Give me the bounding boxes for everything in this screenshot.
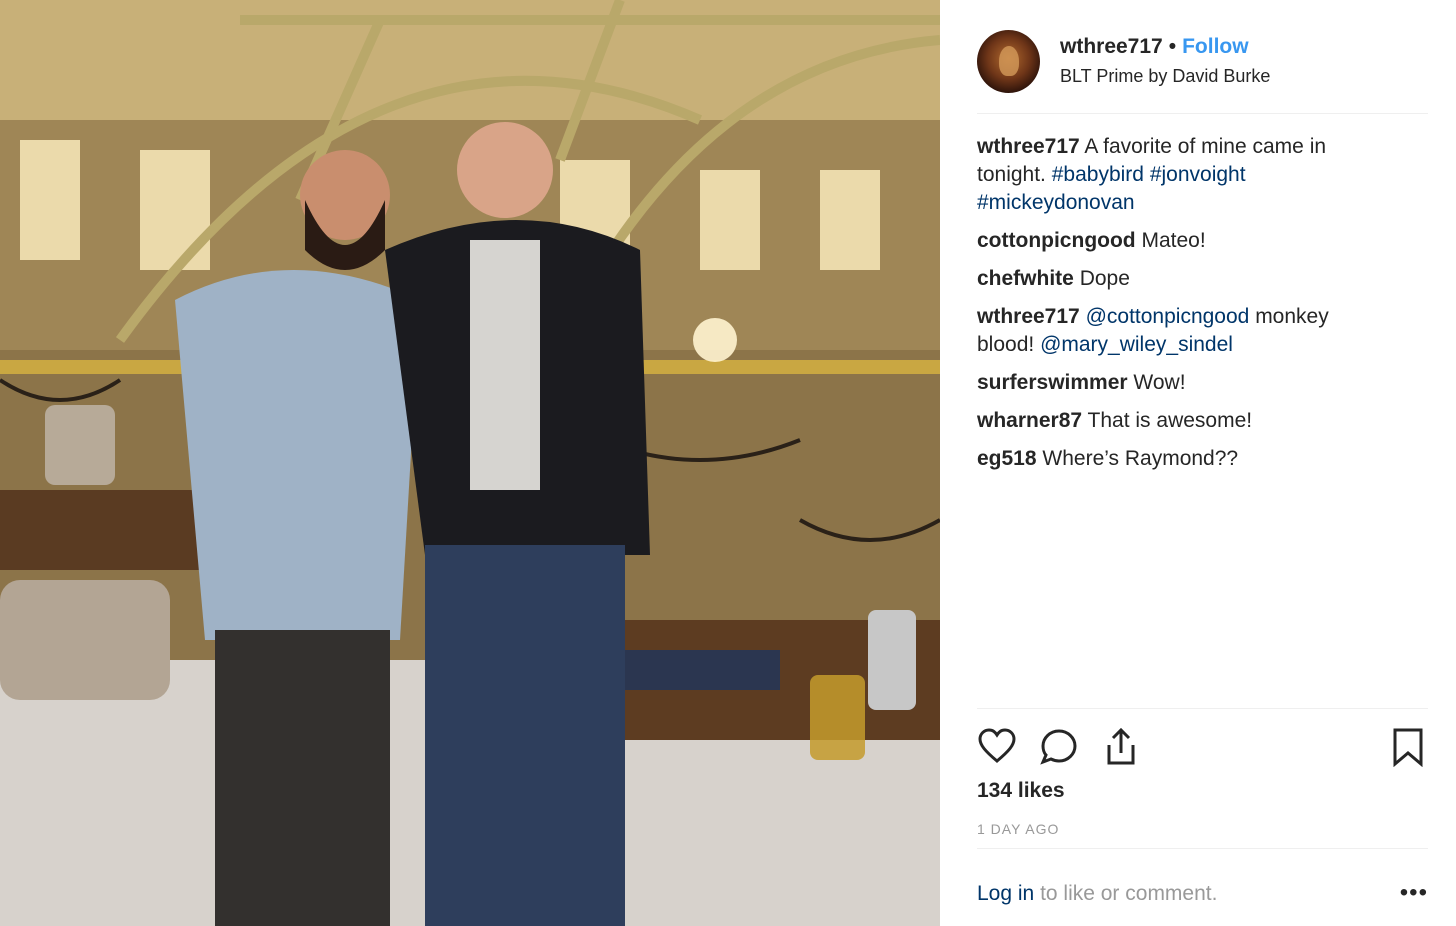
comment-icon[interactable]: [1039, 727, 1079, 767]
login-text-line: Log in to like or comment.: [977, 882, 1217, 906]
post-header: wthree717 • Follow BLT Prime by David Burk…: [977, 20, 1428, 114]
comment-username[interactable]: wthree717: [977, 305, 1080, 328]
instagram-post: wthree717 • Follow BLT Prime by David Burk…: [0, 0, 1456, 926]
login-text: to like or comment.: [1040, 882, 1218, 905]
comment-text: Dope: [1079, 267, 1130, 290]
hashtag-link[interactable]: #jonvoight: [1150, 163, 1246, 186]
share-icon[interactable]: [1101, 727, 1141, 767]
comment-text: Where’s Raymond??: [1042, 447, 1239, 470]
caption-username[interactable]: wthree717: [977, 135, 1080, 158]
comments-list: wthree717 A favorite of mine came in ton…: [977, 133, 1377, 483]
comment-username[interactable]: surferswimmer: [977, 371, 1128, 394]
restaurant-photo: [0, 0, 940, 926]
comment-item: wthree717 @cottonpicngood monkey blood! …: [977, 303, 1377, 359]
caption: wthree717 A favorite of mine came in ton…: [977, 133, 1377, 217]
comment-item: surferswimmer Wow!: [977, 369, 1377, 397]
follow-button[interactable]: Follow: [1182, 35, 1249, 58]
action-icons: [977, 727, 1428, 767]
comment-username[interactable]: cottonpicngood: [977, 229, 1136, 252]
comment-item: eg518 Where’s Raymond??: [977, 445, 1377, 473]
profile-avatar[interactable]: [977, 30, 1040, 93]
location-link[interactable]: BLT Prime by David Burke: [1060, 64, 1270, 88]
post-meta: wthree717 • Follow BLT Prime by David Burk…: [1060, 34, 1270, 88]
comment-username[interactable]: wharner87: [977, 409, 1082, 432]
mention-link[interactable]: @cottonpicngood: [1086, 305, 1250, 328]
comment-text: Wow!: [1133, 371, 1186, 394]
post-photo[interactable]: [0, 0, 940, 926]
post-sidebar: wthree717 • Follow BLT Prime by David Burk…: [940, 0, 1456, 926]
likes-count[interactable]: 134 likes: [977, 779, 1065, 803]
comment-username[interactable]: chefwhite: [977, 267, 1074, 290]
post-timestamp[interactable]: 1 DAY AGO: [977, 821, 1059, 837]
more-options-icon[interactable]: •••: [1400, 879, 1428, 907]
login-link[interactable]: Log in: [977, 882, 1034, 905]
comment-item: wharner87 That is awesome!: [977, 407, 1377, 435]
bookmark-icon[interactable]: [1388, 727, 1428, 767]
hashtag-link[interactable]: #mickeydonovan: [977, 191, 1135, 214]
hashtag-link[interactable]: #babybird: [1052, 163, 1144, 186]
comment-item: chefwhite Dope: [977, 265, 1377, 293]
user-line: wthree717 • Follow: [1060, 34, 1270, 60]
heart-icon[interactable]: [977, 727, 1017, 767]
comment-username[interactable]: eg518: [977, 447, 1037, 470]
mention-link[interactable]: @mary_wiley_sindel: [1040, 333, 1233, 356]
action-bar: 134 likes 1 DAY AGO: [977, 708, 1428, 848]
comment-item: cottonpicngood Mateo!: [977, 227, 1377, 255]
comment-text: That is awesome!: [1087, 409, 1253, 432]
comment-text: Mateo!: [1141, 229, 1206, 252]
login-prompt: Log in to like or comment. •••: [977, 848, 1428, 926]
username-link[interactable]: wthree717: [1060, 35, 1163, 58]
separator-dot: •: [1168, 34, 1177, 58]
